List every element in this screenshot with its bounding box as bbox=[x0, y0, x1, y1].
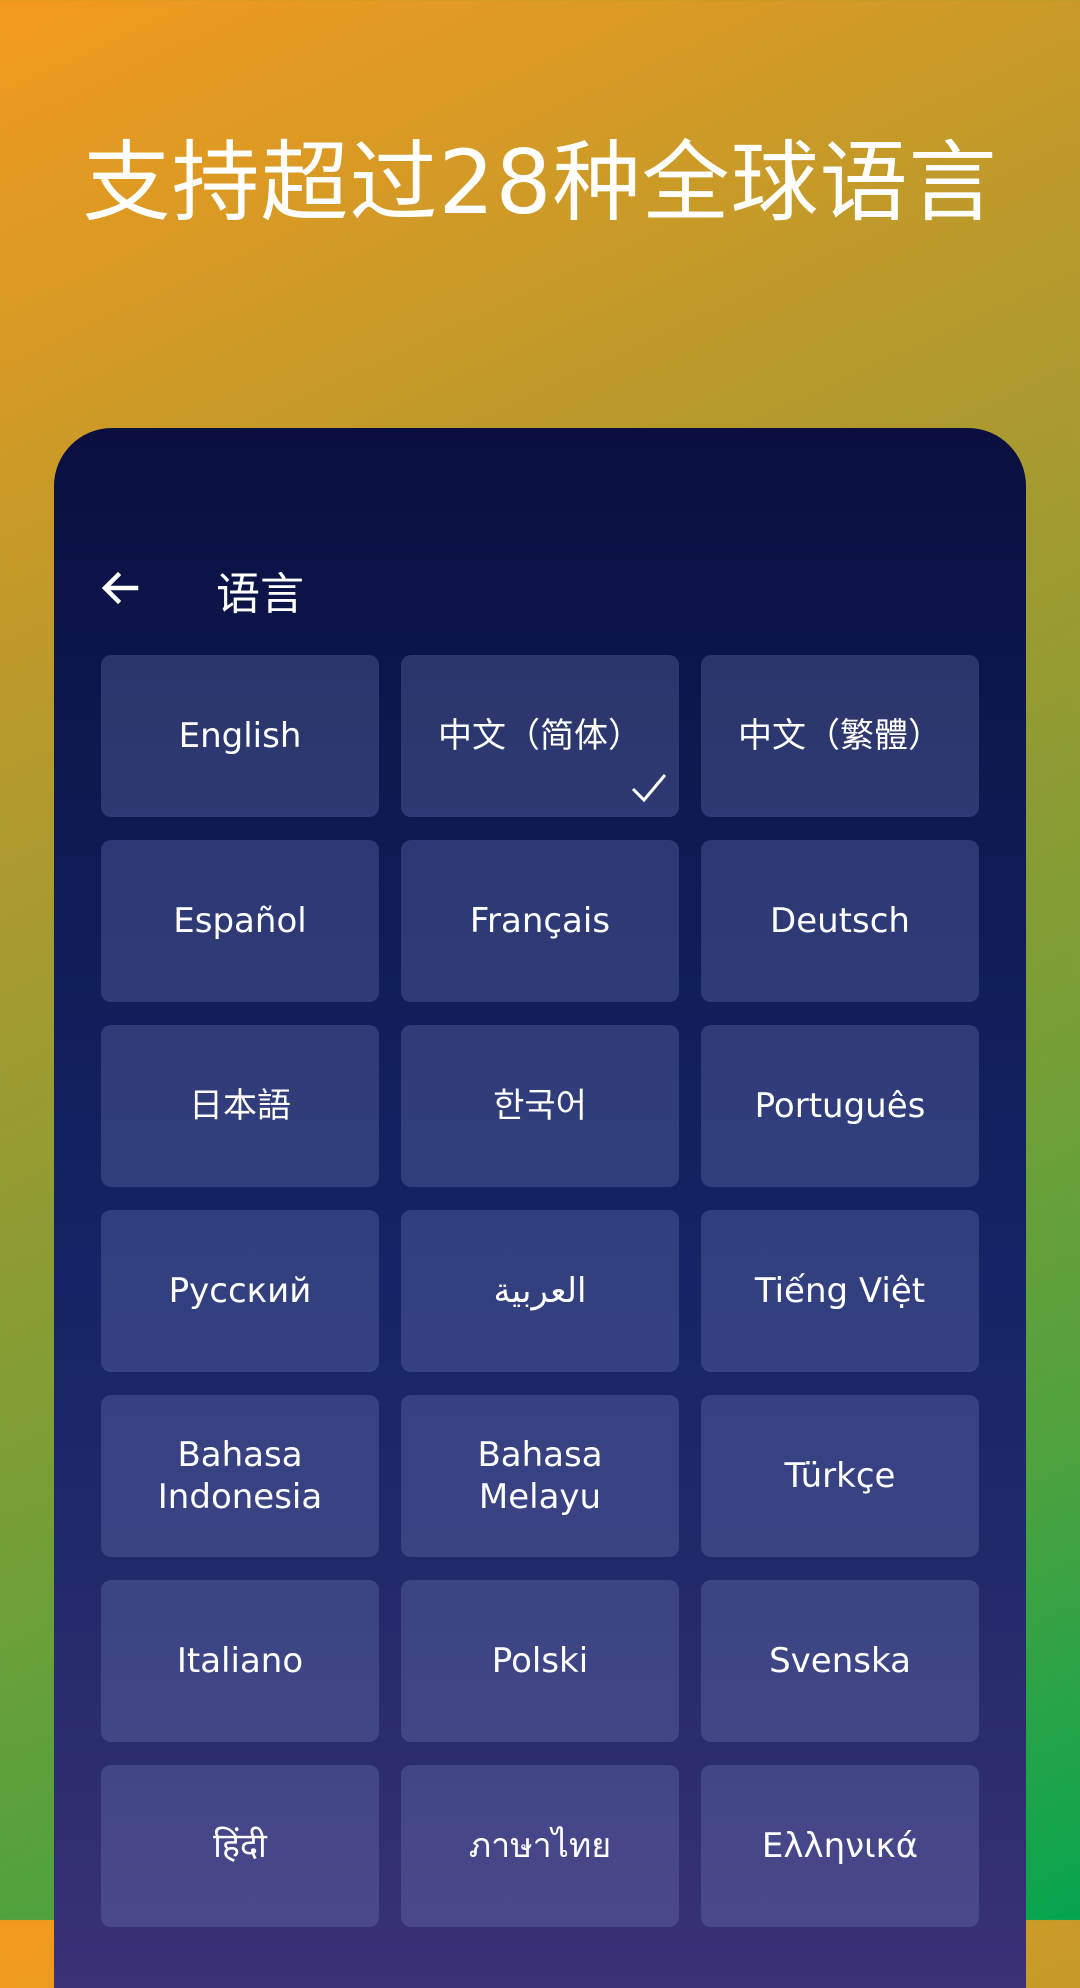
language-label: Türkçe bbox=[784, 1456, 896, 1496]
language-label: हिंदी bbox=[213, 1826, 267, 1866]
language-label: Tiếng Việt bbox=[754, 1271, 926, 1311]
language-label: Bahasa Indonesia bbox=[157, 1435, 323, 1517]
language-tile-english[interactable]: English bbox=[101, 655, 379, 817]
language-tile-polish[interactable]: Polski bbox=[401, 1580, 679, 1742]
arrow-left-icon bbox=[101, 571, 139, 605]
language-tile-malay[interactable]: Bahasa Melayu bbox=[401, 1395, 679, 1557]
language-label: Svenska bbox=[769, 1641, 911, 1681]
language-label: Italiano bbox=[176, 1641, 304, 1681]
language-tile-hindi[interactable]: हिंदी bbox=[101, 1765, 379, 1927]
language-tile-korean[interactable]: 한국어 bbox=[401, 1025, 679, 1187]
language-tile-chinese-traditional[interactable]: 中文（繁體） bbox=[701, 655, 979, 817]
language-tile-turkish[interactable]: Türkçe bbox=[701, 1395, 979, 1557]
language-tile-vietnamese[interactable]: Tiếng Việt bbox=[701, 1210, 979, 1372]
language-grid: English 中文（简体） 中文（繁體） Español Français D… bbox=[101, 655, 979, 1927]
language-tile-swedish[interactable]: Svenska bbox=[701, 1580, 979, 1742]
language-tile-german[interactable]: Deutsch bbox=[701, 840, 979, 1002]
app-bar: 语言 bbox=[54, 548, 1026, 628]
language-tile-spanish[interactable]: Español bbox=[101, 840, 379, 1002]
language-tile-thai[interactable]: ภาษาไทย bbox=[401, 1765, 679, 1927]
language-label: 한국어 bbox=[493, 1086, 587, 1126]
language-tile-greek[interactable]: Ελληνικά bbox=[701, 1765, 979, 1927]
language-tile-italian[interactable]: Italiano bbox=[101, 1580, 379, 1742]
language-label: Español bbox=[173, 901, 307, 941]
language-label: Português bbox=[754, 1086, 926, 1126]
language-tile-french[interactable]: Français bbox=[401, 840, 679, 1002]
language-label: Deutsch bbox=[770, 901, 910, 941]
language-tile-indonesian[interactable]: Bahasa Indonesia bbox=[101, 1395, 379, 1557]
language-label: العربية bbox=[493, 1271, 587, 1311]
language-tile-japanese[interactable]: 日本語 bbox=[101, 1025, 379, 1187]
language-tile-russian[interactable]: Русский bbox=[101, 1210, 379, 1372]
language-tile-portuguese[interactable]: Português bbox=[701, 1025, 979, 1187]
language-label: Русский bbox=[168, 1271, 312, 1311]
language-label: Français bbox=[469, 901, 611, 941]
language-label: Polski bbox=[491, 1641, 589, 1681]
phone-screen: 语言 English 中文（简体） 中文（繁體） Español Françai… bbox=[54, 428, 1026, 1988]
language-label: Bahasa Melayu bbox=[477, 1435, 603, 1517]
language-label: ภาษาไทย bbox=[468, 1826, 612, 1866]
language-label: 日本語 bbox=[189, 1086, 291, 1126]
language-label: 中文（繁體） bbox=[738, 716, 942, 756]
promo-headline: 支持超过28种全球语言 bbox=[82, 131, 998, 234]
language-label: 中文（简体） bbox=[438, 716, 642, 756]
language-tile-chinese-simplified[interactable]: 中文（简体） bbox=[401, 655, 679, 817]
language-label: Ελληνικά bbox=[761, 1826, 919, 1866]
language-tile-arabic[interactable]: العربية bbox=[401, 1210, 679, 1372]
checkmark-icon bbox=[631, 774, 667, 803]
back-button[interactable] bbox=[92, 560, 148, 616]
page-title: 语言 bbox=[216, 569, 304, 620]
language-label: English bbox=[178, 716, 302, 756]
